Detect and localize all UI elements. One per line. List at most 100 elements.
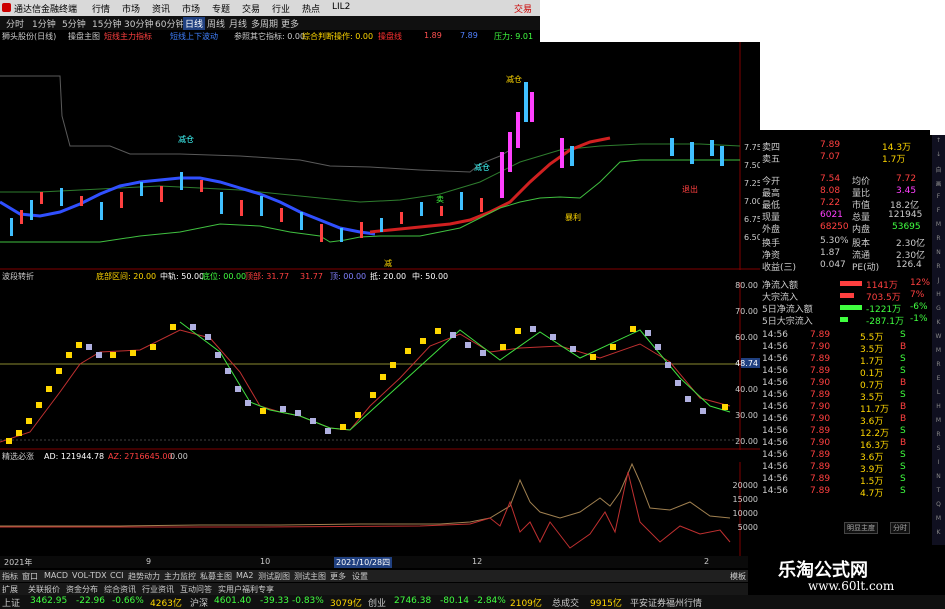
toolbar-button[interactable]: G [933,305,944,315]
sub1-header: 波段转折 底部区间: 20.00 中轨: 50.00 底位: 00.00 顶部:… [2,271,448,281]
tab-indicator[interactable]: 窗口 [22,571,38,582]
signal-label: 卖 [436,195,444,204]
tab-info[interactable]: 实用户福利专享 [218,584,274,595]
index-value: 4601.40 [214,596,252,606]
tab-indicator[interactable]: MACD [44,571,68,580]
flow-bar [840,281,862,286]
tab-indicator[interactable]: CCI [110,571,124,580]
svg-text:20.00: 20.00 [735,437,758,446]
period-tab[interactable]: 更多 [279,17,301,30]
menu-item[interactable]: 专题 [212,2,230,15]
toolbar-button[interactable]: Q [933,501,944,511]
tab-indicator[interactable]: 测试副图 [258,571,290,582]
menu-item[interactable]: 资讯 [152,2,170,15]
tick-row: 14:56 7.89 1.5万 S [762,474,906,487]
toolbar-button[interactable]: F [933,193,944,203]
toolbar-button[interactable]: ↑ [933,137,944,147]
svg-text:80.00: 80.00 [735,282,758,290]
menu-item[interactable]: 交易 [242,2,260,15]
toolbar-button[interactable]: H [933,291,944,301]
toolbar-button[interactable]: K [933,529,944,539]
toolbar-button[interactable]: N [933,473,944,483]
toolbar-button[interactable]: R [933,263,944,273]
menu-item[interactable]: 热点 [302,2,320,15]
svg-text:20000: 20000 [733,481,758,490]
menu-item[interactable]: 市场 [122,2,140,15]
tab-info[interactable]: 综合资讯 [104,584,136,595]
toolbar-button[interactable]: M [933,515,944,525]
toolbar-button[interactable]: R [933,431,944,441]
tab-info[interactable]: 关联报价 [28,584,60,595]
svg-text:7.25: 7.25 [744,179,760,188]
index-name[interactable]: 上证 [2,596,20,609]
tab-indicator[interactable]: 指标 [2,571,18,582]
tab-info[interactable]: 资金分布 [66,584,98,595]
period-tab[interactable]: 周线 [205,17,227,30]
period-tab[interactable]: 月线 [227,17,249,30]
tab-info[interactable]: 扩展 [2,584,18,595]
toolbar-button[interactable]: J [933,277,944,287]
tab-info[interactable]: 行业资讯 [142,584,174,595]
quote-row: 最低 7.22 市值 18.2亿 [762,198,920,211]
toolbar-button[interactable]: H [933,403,944,413]
toolbar-button[interactable]: E [933,375,944,385]
svg-text:7.75: 7.75 [744,143,760,152]
svg-text:6.75: 6.75 [744,215,760,224]
tab-indicator[interactable]: 测试主图 [294,571,326,582]
toolbar-button[interactable]: F [933,207,944,217]
tab-indicator[interactable]: 主力监控 [164,571,196,582]
signal-label: 减 [384,258,392,268]
flow-row: 5日净流入额 -1221万 -6% [762,302,928,315]
toolbar-button[interactable]: W [933,333,944,343]
trade-button[interactable]: 交易 [514,2,532,15]
period-tab[interactable]: 30分钟 [122,17,155,30]
menu-item[interactable]: 行情 [92,2,110,15]
tab-info[interactable]: 互动问答 [180,584,212,595]
index-name[interactable]: 沪深 [190,596,208,609]
toolbar-button[interactable]: M [933,347,944,357]
svg-text:7.00: 7.00 [744,197,760,206]
date-label: 10 [260,557,271,566]
toolbar-button[interactable]: I [933,459,944,469]
toolbar-button[interactable]: N [933,249,944,259]
total-volume: 9915亿 [590,599,622,609]
period-tab[interactable]: 15分钟 [90,17,123,30]
period-tab-active[interactable]: 日线 [183,17,206,30]
index-pct: -2.84% [474,596,506,606]
svg-text:6.50: 6.50 [744,233,760,242]
toolbar-button[interactable]: S [933,445,944,455]
period-tab[interactable]: 分时 [4,17,26,30]
tab-indicator[interactable]: 趋势动力 [128,571,160,582]
period-tab[interactable]: 多周期 [249,17,280,30]
signal-label: 减仓 [506,74,522,84]
toolbar-button[interactable]: 画 [933,179,944,189]
sub1-name: 波段转折 [2,271,34,281]
period-tab[interactable]: 60分钟 [153,17,186,30]
toolbar-button[interactable]: T [933,487,944,497]
tab-settings[interactable]: 设置 [352,571,368,582]
index-name[interactable]: 创业 [368,596,386,609]
toolbar-button[interactable]: 自 [933,165,944,175]
template-button[interactable]: 模板 [730,571,746,582]
toolbar-button[interactable]: M [933,417,944,427]
tick-row: 14:56 7.89 3.6万 S [762,450,906,463]
tick-row: 14:56 7.89 3.5万 S [762,390,906,403]
period-tab[interactable]: 5分钟 [60,17,88,30]
tab-indicator[interactable]: 更多 [330,571,346,582]
tab-indicator[interactable]: MA2 [236,571,253,580]
tab-indicator[interactable]: VOL-TDX [72,571,107,580]
timeshare-button[interactable]: 分时 [890,522,910,534]
tab-indicator[interactable]: 私募主图 [200,571,232,582]
toolbar-button[interactable]: R [933,361,944,371]
menu-item[interactable]: LIL2 [332,2,350,12]
toolbar-button[interactable]: M [933,221,944,231]
svg-text:70.00: 70.00 [735,307,758,316]
period-tab[interactable]: 1分钟 [30,17,58,30]
toolbar-button[interactable]: K [933,319,944,329]
toolbar-button[interactable]: R [933,235,944,245]
toolbar-button[interactable]: ↓ [933,151,944,161]
detail-button[interactable]: 明显主度 [844,522,878,534]
toolbar-button[interactable]: L [933,389,944,399]
menu-item[interactable]: 市场 [182,2,200,15]
menu-item[interactable]: 行业 [272,2,290,15]
